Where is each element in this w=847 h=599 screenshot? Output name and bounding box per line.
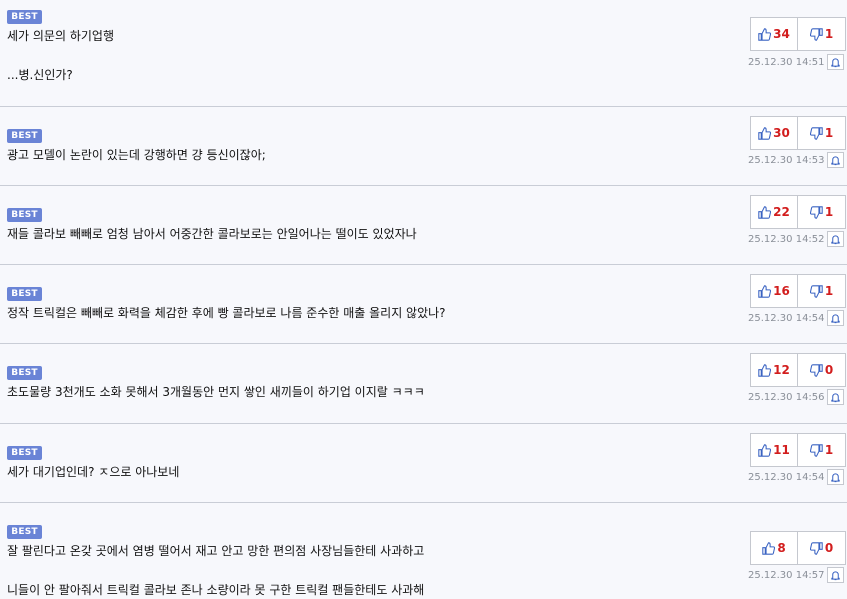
- vote-box: 12 0: [750, 353, 846, 387]
- comment-date: 25.12.30 14:53: [748, 155, 825, 166]
- report-button[interactable]: [827, 231, 844, 247]
- best-badge: BEST: [7, 366, 42, 380]
- report-button[interactable]: [827, 152, 844, 168]
- thumbs-down-icon: [809, 284, 823, 298]
- comment-item: BEST 세가 대기업인데? ㅈ으로 아나보네 11 1 25.12.30 14…: [0, 424, 847, 503]
- vote-box: 22 1: [750, 195, 846, 229]
- like-button[interactable]: 22: [751, 196, 798, 228]
- report-button[interactable]: [827, 389, 844, 405]
- dislike-count: 1: [824, 27, 834, 41]
- dislike-count: 1: [824, 284, 834, 298]
- like-count: 11: [773, 443, 790, 457]
- comment-text-line: ...병.신인가?: [7, 68, 73, 82]
- like-count: 22: [773, 205, 790, 219]
- dislike-count: 0: [824, 363, 834, 377]
- comment-text-line: 정작 트릭컬은 빼빼로 화력을 체감한 후에 빵 콜라보로 나름 준수한 매출 …: [7, 306, 446, 320]
- report-button[interactable]: [827, 310, 844, 326]
- comment-item: BEST 광고 모델이 논란이 있는데 강행하면 걍 등신이잖아; 30 1 2…: [0, 107, 847, 186]
- thumbs-down-icon: [809, 205, 823, 219]
- comment-item: BEST 잘 팔린다고 온갖 곳에서 염병 떨어서 재고 안고 망한 편의점 사…: [0, 503, 847, 599]
- dislike-count: 1: [824, 205, 834, 219]
- bell-icon: [831, 392, 840, 402]
- like-count: 12: [773, 363, 790, 377]
- dislike-button[interactable]: 1: [798, 117, 845, 149]
- vote-box: 16 1: [750, 274, 846, 308]
- comment-date: 25.12.30 14:56: [748, 392, 825, 403]
- comment-text-line: 세가 의문의 하기업행: [7, 29, 114, 43]
- dislike-button[interactable]: 0: [798, 354, 845, 386]
- comment-text-line: 니들이 안 팔아줘서 트릭컬 콜라보 존나 소량이라 못 구한 트릭컬 팬들한테…: [7, 583, 425, 597]
- comment-list: BEST 세가 의문의 하기업행 ...병.신인가? 34 1 25.12.30…: [0, 0, 847, 599]
- thumbs-up-icon: [762, 541, 776, 555]
- vote-box: 30 1: [750, 116, 846, 150]
- dislike-button[interactable]: 0: [798, 532, 845, 564]
- thumbs-down-icon: [809, 126, 823, 140]
- like-button[interactable]: 11: [751, 434, 798, 466]
- thumbs-down-icon: [809, 363, 823, 377]
- report-button[interactable]: [827, 54, 844, 70]
- dislike-count: 0: [824, 541, 834, 555]
- comment-item: BEST 초도물량 3천개도 소화 못해서 3개월동안 먼지 쌓인 새끼들이 하…: [0, 344, 847, 424]
- vote-box: 34 1: [750, 17, 846, 51]
- dislike-button[interactable]: 1: [798, 275, 845, 307]
- thumbs-up-icon: [758, 126, 772, 140]
- comment-date: 25.12.30 14:57: [748, 570, 825, 581]
- comment-text-line: 잘 팔린다고 온갖 곳에서 염병 떨어서 재고 안고 망한 편의점 사장님들한테…: [7, 544, 425, 558]
- comment-item: BEST 재들 콜라보 빼빼로 엄청 남아서 어중간한 콜라보로는 안일어나는 …: [0, 186, 847, 265]
- comment-text-line: 초도물량 3천개도 소화 못해서 3개월동안 먼지 쌓인 새끼들이 하기업 이지…: [7, 385, 425, 399]
- comment-text-line: 광고 모델이 논란이 있는데 강행하면 걍 등신이잖아;: [7, 148, 266, 162]
- dislike-count: 1: [824, 443, 834, 457]
- thumbs-down-icon: [809, 541, 823, 555]
- bell-icon: [831, 313, 840, 323]
- comment-date: 25.12.30 14:54: [748, 472, 825, 483]
- like-button[interactable]: 16: [751, 275, 798, 307]
- like-button[interactable]: 8: [751, 532, 798, 564]
- best-badge: BEST: [7, 129, 42, 143]
- report-button[interactable]: [827, 469, 844, 485]
- vote-box: 11 1: [750, 433, 846, 467]
- bell-icon: [831, 155, 840, 165]
- like-button[interactable]: 12: [751, 354, 798, 386]
- thumbs-up-icon: [758, 27, 772, 41]
- comment-text-line: 세가 대기업인데? ㅈ으로 아나보네: [7, 465, 180, 479]
- bell-icon: [831, 234, 840, 244]
- thumbs-up-icon: [758, 284, 772, 298]
- like-count: 16: [773, 284, 790, 298]
- comment-date: 25.12.30 14:51: [748, 57, 825, 68]
- best-badge: BEST: [7, 446, 42, 460]
- report-button[interactable]: [827, 567, 844, 583]
- thumbs-up-icon: [758, 363, 772, 377]
- dislike-button[interactable]: 1: [798, 18, 845, 50]
- vote-box: 8 0: [750, 531, 846, 565]
- dislike-button[interactable]: 1: [798, 196, 845, 228]
- best-badge: BEST: [7, 10, 42, 24]
- comment-text-line: 재들 콜라보 빼빼로 엄청 남아서 어중간한 콜라보로는 안일어나는 떨이도 있…: [7, 227, 417, 241]
- thumbs-up-icon: [758, 443, 772, 457]
- like-button[interactable]: 30: [751, 117, 798, 149]
- like-count: 34: [773, 27, 790, 41]
- dislike-button[interactable]: 1: [798, 434, 845, 466]
- comment-date: 25.12.30 14:54: [748, 313, 825, 324]
- like-count: 30: [773, 126, 790, 140]
- bell-icon: [831, 570, 840, 580]
- comment-item: BEST 정작 트릭컬은 빼빼로 화력을 체감한 후에 빵 콜라보로 나름 준수…: [0, 265, 847, 344]
- thumbs-up-icon: [758, 205, 772, 219]
- bell-icon: [831, 472, 840, 482]
- thumbs-down-icon: [809, 27, 823, 41]
- best-badge: BEST: [7, 525, 42, 539]
- dislike-count: 1: [824, 126, 834, 140]
- comment-item: BEST 세가 의문의 하기업행 ...병.신인가? 34 1 25.12.30…: [0, 0, 847, 107]
- comment-date: 25.12.30 14:52: [748, 234, 825, 245]
- like-count: 8: [777, 541, 786, 555]
- best-badge: BEST: [7, 287, 42, 301]
- bell-icon: [831, 57, 840, 67]
- like-button[interactable]: 34: [751, 18, 798, 50]
- best-badge: BEST: [7, 208, 42, 222]
- thumbs-down-icon: [809, 443, 823, 457]
